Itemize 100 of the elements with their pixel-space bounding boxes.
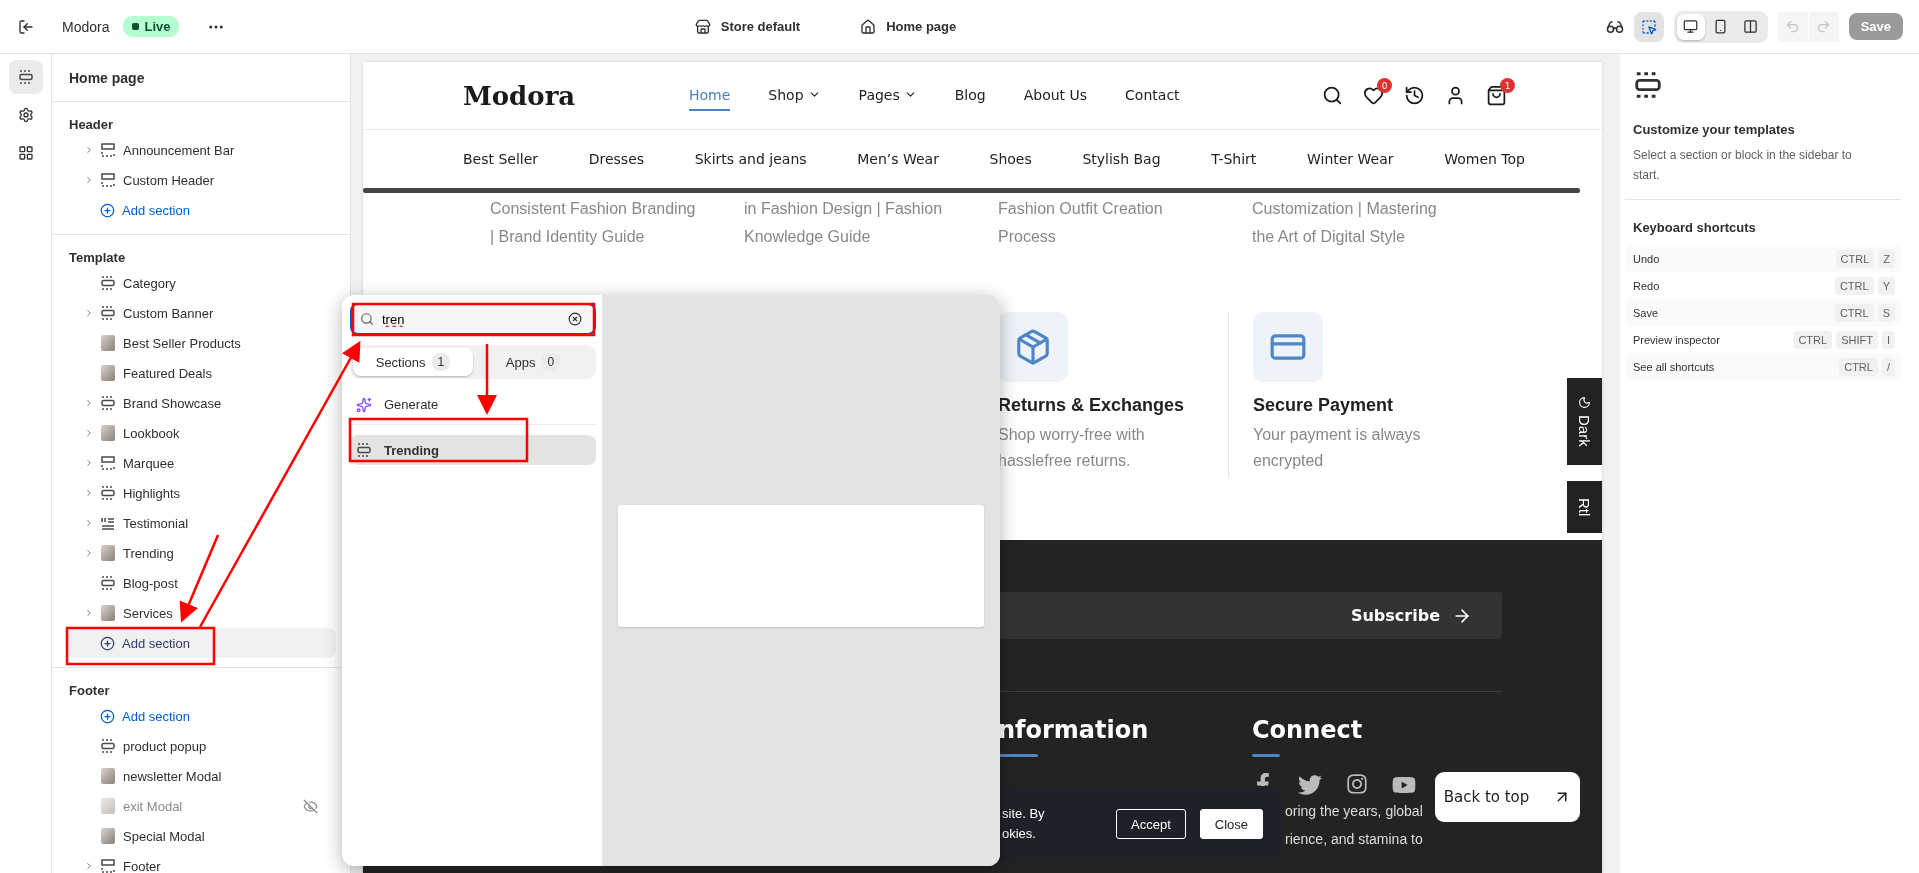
chevron-icon[interactable] xyxy=(84,457,94,469)
clear-icon[interactable] xyxy=(568,312,582,326)
blog-title-text: Fashion Outfit Creation xyxy=(998,199,1164,219)
section-header-icon xyxy=(100,172,116,188)
nav-link[interactable]: Blog xyxy=(954,80,986,111)
view-mode-button[interactable] xyxy=(1676,13,1705,40)
search-field[interactable]: tren xyxy=(350,303,596,335)
rtl-tab[interactable]: Rtl xyxy=(1567,481,1602,533)
chevron-icon[interactable] xyxy=(84,397,94,409)
section-item[interactable]: Custom Banner xyxy=(123,305,318,321)
horizontal-scrollbar[interactable] xyxy=(363,188,1580,193)
nav-link[interactable]: Home xyxy=(689,80,731,111)
section-item[interactable]: Featured Deals xyxy=(123,365,318,381)
count-badge: 1 xyxy=(1500,78,1515,93)
picker-tab[interactable]: Apps 0 xyxy=(473,348,593,376)
add-section-button[interactable]: Add section xyxy=(100,635,190,651)
section-item[interactable]: Footer xyxy=(123,858,318,873)
section-item[interactable]: Best Seller Products xyxy=(123,335,318,351)
category-link[interactable]: T-Shirt xyxy=(1211,151,1257,167)
chevron-icon[interactable] xyxy=(84,427,94,439)
history-icon[interactable] xyxy=(1404,85,1425,106)
section-icon xyxy=(100,395,116,411)
category-link[interactable]: Best Seller xyxy=(463,151,539,167)
section-header-icon xyxy=(100,455,116,471)
feature-text: Your payment is always xyxy=(1253,425,1422,445)
section-item[interactable]: Trending xyxy=(123,545,318,561)
cart-icon[interactable] xyxy=(1486,85,1507,106)
close-button[interactable]: Close xyxy=(1199,809,1263,839)
category-link[interactable]: Skirts and jeans xyxy=(694,151,807,167)
inspector-button[interactable] xyxy=(1633,11,1664,42)
blog-title-text: Knowledge Guide xyxy=(744,227,872,247)
key-cap: I xyxy=(1881,330,1895,349)
back-to-top-button[interactable]: Back to top xyxy=(1435,772,1580,822)
category-link[interactable]: Dresses xyxy=(588,151,645,167)
section-item[interactable]: Custom Header xyxy=(123,172,318,188)
picker-tab[interactable]: Sections 1 xyxy=(353,348,473,376)
chevron-icon[interactable] xyxy=(84,144,94,156)
section-item[interactable]: Highlights xyxy=(123,485,318,501)
section-item[interactable]: Announcement Bar xyxy=(123,142,318,158)
generate-button[interactable]: Generate xyxy=(350,385,596,425)
section-item[interactable]: Category xyxy=(123,275,318,291)
add-section-button[interactable]: Add section xyxy=(100,708,190,724)
section-icon xyxy=(100,485,116,501)
template-selector[interactable]: Store default xyxy=(720,19,801,34)
nav-link[interactable]: Shop xyxy=(768,80,821,111)
subscribe-button[interactable]: Subscribe xyxy=(1350,605,1472,626)
add-section-button[interactable]: Add section xyxy=(100,202,190,218)
store-name: Modora xyxy=(62,18,110,35)
category-link[interactable]: Winter Wear xyxy=(1306,151,1394,167)
key-cap: CTRL xyxy=(1834,276,1874,295)
section-item[interactable]: Testimonial xyxy=(123,515,318,531)
page-selector[interactable]: Home page xyxy=(886,19,957,34)
thumbnail-photo xyxy=(101,425,115,441)
key-cap: CTRL xyxy=(1834,303,1874,322)
plus-icon xyxy=(100,202,115,218)
section-header-icon xyxy=(100,858,116,873)
thumbnail-photo xyxy=(101,798,115,814)
result-item[interactable]: Trending xyxy=(350,435,596,465)
section-item[interactable]: Special Modal xyxy=(123,828,318,844)
chevron-icon[interactable] xyxy=(84,860,94,872)
section-item[interactable]: Lookbook xyxy=(123,425,318,441)
instagram-icon[interactable] xyxy=(1346,773,1368,795)
section-item[interactable]: product popup xyxy=(123,738,318,754)
thumbnail-photo xyxy=(101,768,115,784)
dark-mode-tab[interactable]: Dark xyxy=(1567,378,1602,465)
exit-icon[interactable] xyxy=(18,18,34,35)
chevron-icon[interactable] xyxy=(84,307,94,319)
section-item[interactable]: Blog-post xyxy=(123,575,318,591)
shortcuts-heading: Keyboard shortcuts xyxy=(1633,220,1757,235)
chevron-icon[interactable] xyxy=(84,174,94,186)
section-item[interactable]: Services xyxy=(123,605,318,621)
sections-tab[interactable] xyxy=(8,60,43,94)
nav-link[interactable]: Contact xyxy=(1125,80,1180,111)
thumbnail-photo xyxy=(101,605,115,621)
section-item[interactable]: newsletter Modal xyxy=(123,768,318,784)
chevron-icon[interactable] xyxy=(84,517,94,529)
nav-link[interactable]: About Us xyxy=(1023,80,1088,111)
section-icon xyxy=(100,738,116,754)
category-link[interactable]: Women Top xyxy=(1444,151,1525,167)
chevron-icon[interactable] xyxy=(84,487,94,499)
chevron-icon[interactable] xyxy=(84,607,94,619)
blog-title-text: | Brand Identity Guide xyxy=(490,227,646,247)
chevron-icon[interactable] xyxy=(84,547,94,559)
category-link[interactable]: Men’s Wear xyxy=(857,151,939,167)
moon-icon xyxy=(1578,396,1591,410)
monitor-icon xyxy=(1683,19,1699,34)
hidden-eye-icon[interactable] xyxy=(303,798,318,814)
nav-link[interactable]: Pages xyxy=(858,80,917,111)
category-link[interactable]: Stylish Bag xyxy=(1082,151,1161,167)
wishlist-icon[interactable] xyxy=(1363,85,1384,106)
section-item[interactable]: Marquee xyxy=(123,455,318,471)
section-item[interactable]: Brand Showcase xyxy=(123,395,318,411)
category-link[interactable]: Shoes xyxy=(989,151,1032,167)
section-item[interactable]: exit Modal xyxy=(123,798,303,814)
accept-button[interactable]: Accept xyxy=(1116,809,1186,839)
twitter-icon[interactable] xyxy=(1298,773,1322,797)
cookie-text: site. By xyxy=(1002,805,1046,823)
store-logo[interactable]: Modora xyxy=(463,80,689,111)
plus-icon xyxy=(100,635,115,651)
search-icon[interactable] xyxy=(1322,85,1343,106)
